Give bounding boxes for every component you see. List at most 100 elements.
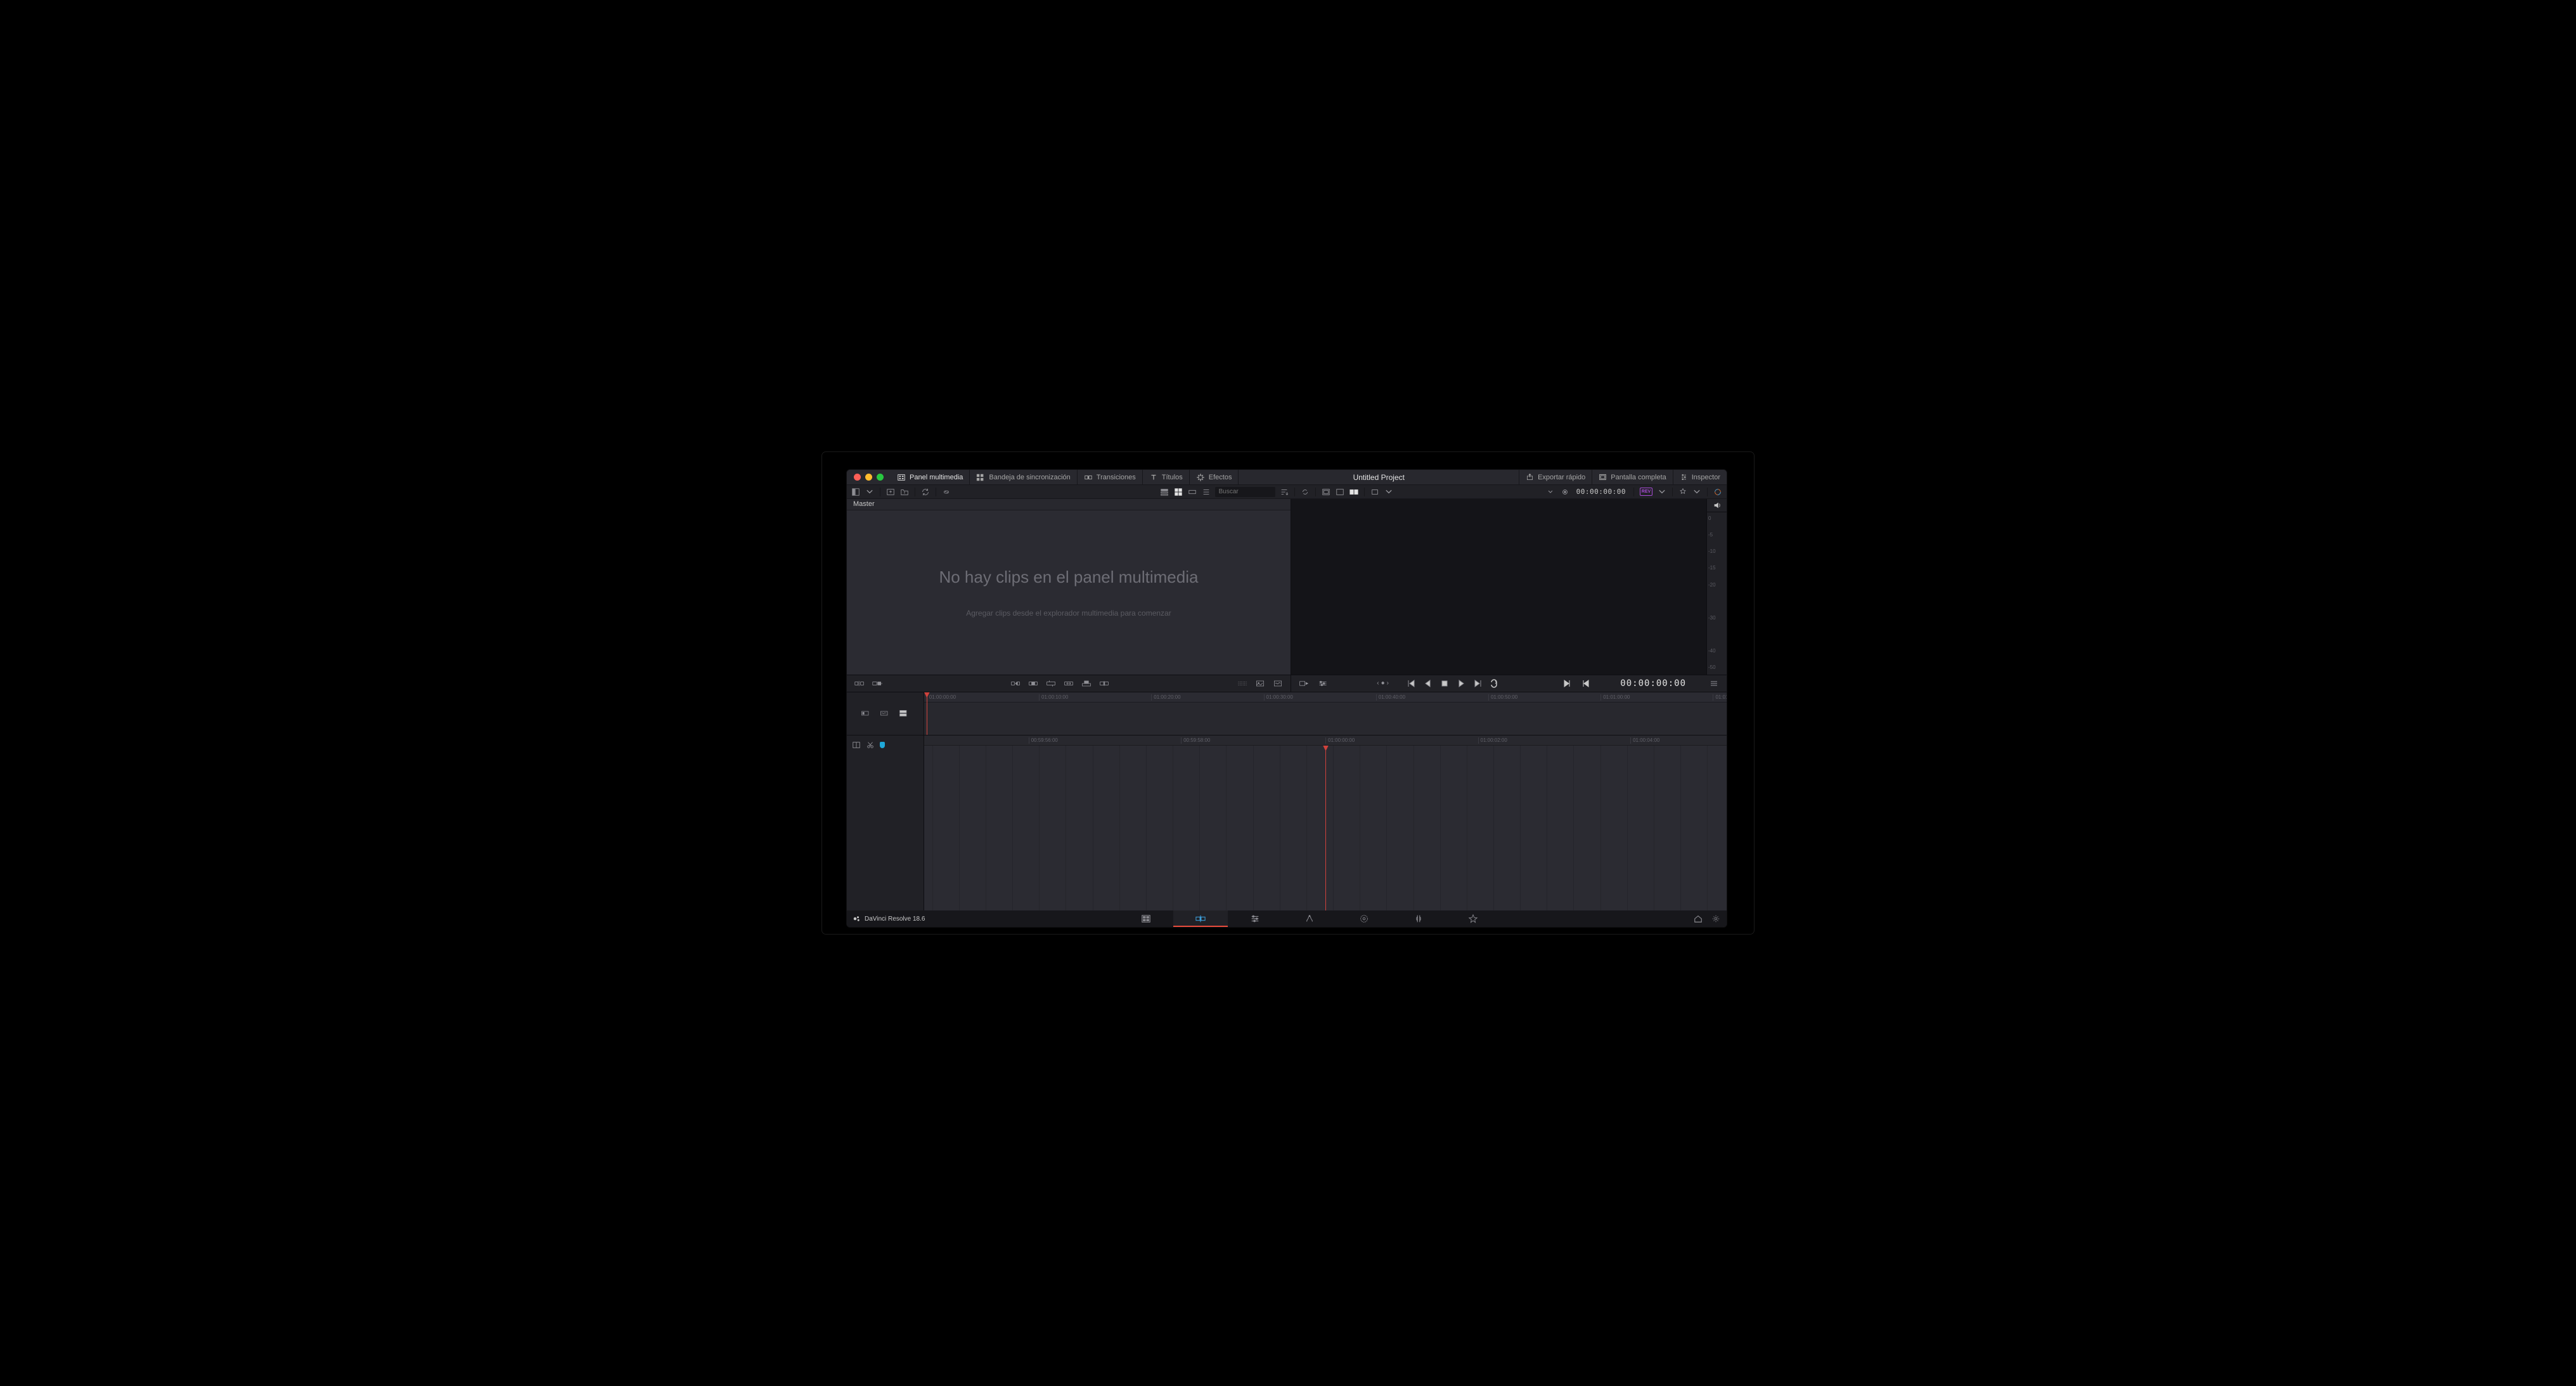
refresh-icon[interactable] xyxy=(1299,486,1311,498)
page-tab-cut[interactable] xyxy=(1173,910,1228,927)
ruler-mark: 00:59:56:00 xyxy=(1029,737,1058,744)
insert-clip-icon[interactable] xyxy=(1008,677,1023,690)
dual-viewer-icon[interactable] xyxy=(1348,486,1360,498)
titlebar: Panel multimediaBandeja de sincronizació… xyxy=(847,470,1727,485)
tools-stabilize-icon[interactable] xyxy=(1270,677,1285,690)
single-viewer-icon[interactable] xyxy=(1334,486,1346,498)
meter-tick: 0 xyxy=(1708,515,1727,521)
list-view-icon[interactable] xyxy=(1200,486,1213,498)
jump-start-icon[interactable] xyxy=(1404,677,1419,690)
zoom-fit-icon[interactable] xyxy=(1368,486,1381,498)
metadata-view-icon[interactable] xyxy=(1158,486,1171,498)
place-on-top-icon[interactable] xyxy=(1079,677,1094,690)
settings-icon[interactable] xyxy=(1711,914,1720,923)
quick-export-button[interactable]: Exportar rápido xyxy=(1519,470,1592,484)
play-icon[interactable] xyxy=(1453,677,1469,690)
window-zoom-button[interactable] xyxy=(877,474,884,481)
page-tab-media[interactable] xyxy=(1119,910,1173,927)
meter-tick: -20 xyxy=(1708,582,1727,588)
tools-dissolve-icon[interactable] xyxy=(1235,677,1250,690)
window-close-button[interactable] xyxy=(854,474,861,481)
media-pool-body[interactable]: No hay clips en el panel multimedia Agre… xyxy=(847,510,1291,675)
tab-sync-bin[interactable]: Bandeja de sincronización xyxy=(970,470,1077,484)
chevron-down-icon[interactable] xyxy=(1656,486,1668,498)
sort-icon[interactable] xyxy=(1278,486,1291,498)
color-wheel-icon[interactable] xyxy=(1711,486,1724,498)
page-tab-fusion[interactable] xyxy=(1282,910,1337,927)
safe-area-icon[interactable] xyxy=(1320,486,1332,498)
search-input[interactable] xyxy=(1215,487,1275,497)
chevron-down-icon[interactable] xyxy=(1382,486,1395,498)
source-overwrite-icon[interactable] xyxy=(1097,677,1112,690)
page-tab-edit[interactable] xyxy=(1228,910,1282,927)
tools-picture-icon[interactable] xyxy=(1253,677,1268,690)
tab-label: Transiciones xyxy=(1097,474,1136,481)
tab-effects[interactable]: Efectos xyxy=(1190,470,1239,484)
page-tab-fairlight[interactable] xyxy=(1391,910,1446,927)
fast-review-icon[interactable] xyxy=(1296,677,1311,690)
page-tab-deliver[interactable] xyxy=(1446,910,1500,927)
import-folder-icon[interactable] xyxy=(898,486,911,498)
meter-tick: -5 xyxy=(1708,532,1727,538)
timeline-selector[interactable] xyxy=(1398,487,1556,497)
bypass-fx-icon[interactable] xyxy=(1677,486,1689,498)
fit-to-fill-icon[interactable] xyxy=(1061,677,1076,690)
viewer-pane: 0-5-10-15-20-30-40-50 xyxy=(1291,499,1727,675)
track-both-icon[interactable] xyxy=(897,706,912,720)
lock-playhead-icon[interactable] xyxy=(852,741,861,749)
home-icon[interactable] xyxy=(1694,914,1703,923)
timeline-overview-body[interactable]: 01:00:00:0001:00:10:0001:00:20:0001:00:3… xyxy=(924,692,1727,735)
ruler-mark: 01:01:00:00 xyxy=(1600,694,1630,701)
track-audio-icon[interactable] xyxy=(878,706,893,720)
sync-clips-icon[interactable] xyxy=(919,486,932,498)
viewer-canvas[interactable] xyxy=(1291,499,1706,675)
app-version-label: DaVinci Resolve 18.6 xyxy=(853,915,925,923)
prev-marker-icon[interactable] xyxy=(1578,677,1594,690)
inspector-button[interactable]: Inspector xyxy=(1673,470,1727,484)
chevron-down-icon[interactable] xyxy=(1690,486,1703,498)
ruler-mark: 00:59:58:00 xyxy=(1181,737,1210,744)
overwrite-clip-icon[interactable] xyxy=(1026,677,1041,690)
bin-path[interactable]: Master xyxy=(847,499,1291,510)
edit-index-nav[interactable]: ‹●› xyxy=(1377,680,1389,687)
record-icon[interactable] xyxy=(1559,486,1571,498)
smart-insert-icon[interactable] xyxy=(852,677,867,690)
step-back-icon[interactable] xyxy=(1420,677,1436,690)
viewer-timecode[interactable]: 00:00:00:00 xyxy=(1573,488,1630,496)
loop-icon[interactable] xyxy=(1486,677,1502,690)
empty-state-subtitle: Agregar clips desde el explorador multim… xyxy=(966,609,1171,618)
append-icon[interactable] xyxy=(870,677,885,690)
ruler-mark: 01:00:20:00 xyxy=(1151,694,1180,701)
resolution-badge[interactable]: REV xyxy=(1640,488,1652,496)
tab-label: Efectos xyxy=(1209,474,1232,481)
next-marker-icon[interactable] xyxy=(1559,677,1575,690)
ruler-mark: 01:00:00:00 xyxy=(927,694,956,701)
timeline-options-icon[interactable] xyxy=(1315,677,1330,690)
page-tab-color[interactable] xyxy=(1337,910,1391,927)
track-video-icon[interactable] xyxy=(859,706,874,720)
strip-view-icon[interactable] xyxy=(1186,486,1199,498)
replace-clip-icon[interactable] xyxy=(1043,677,1059,690)
tab-media-pool[interactable]: Panel multimedia xyxy=(891,470,970,484)
import-media-icon[interactable] xyxy=(884,486,897,498)
stop-icon[interactable] xyxy=(1437,677,1452,690)
transport-timecode[interactable]: 00:00:00:00 xyxy=(1620,678,1686,689)
chevron-down-icon[interactable] xyxy=(863,486,876,498)
timeline-detail: 00:59:56:0000:59:58:0001:00:00:0001:00:0… xyxy=(847,735,1727,911)
fullscreen-button[interactable]: Pantalla completa xyxy=(1592,470,1672,484)
tab-titles[interactable]: Títulos xyxy=(1143,470,1190,484)
thumbnail-view-icon[interactable] xyxy=(1172,486,1185,498)
speaker-icon[interactable] xyxy=(1707,499,1727,512)
timeline-menu-icon[interactable] xyxy=(1706,677,1722,690)
tab-transitions[interactable]: Transiciones xyxy=(1078,470,1143,484)
next-edit-icon: › xyxy=(1387,680,1389,687)
bin-list-toggle-icon[interactable] xyxy=(849,486,862,498)
link-icon[interactable] xyxy=(940,486,953,498)
toolbar: 00:00:00:00 REV xyxy=(847,485,1727,499)
marker-icon[interactable] xyxy=(880,742,885,748)
timeline-detail-body[interactable]: 00:59:56:0000:59:58:0001:00:00:0001:00:0… xyxy=(924,735,1727,911)
window-minimize-button[interactable] xyxy=(865,474,872,481)
jump-end-icon[interactable] xyxy=(1470,677,1485,690)
transport-bar: ‹●› 00:00:00:00 xyxy=(847,675,1727,692)
razor-icon[interactable] xyxy=(866,741,875,749)
